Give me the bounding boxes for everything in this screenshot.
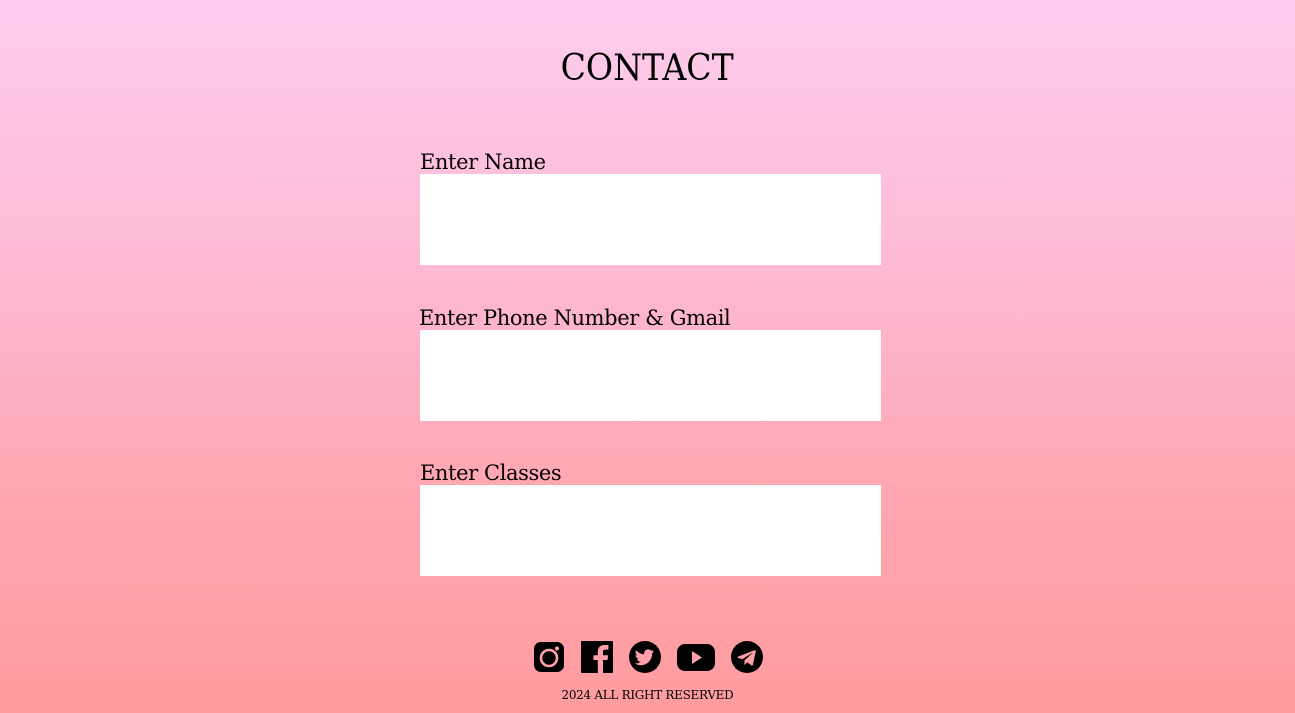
name-label: Enter Name (420, 150, 546, 174)
facebook-icon (580, 641, 613, 673)
youtube-icon (676, 644, 715, 671)
twitter-icon (628, 641, 661, 673)
classes-label: Enter Classes (420, 461, 562, 485)
copyright-text: 2024 ALL RIGHT RESERVED (561, 688, 734, 702)
name-field-group: Enter Name (420, 150, 881, 265)
social-links (0, 640, 1295, 674)
phone-gmail-input[interactable] (420, 330, 881, 421)
contact-field-group: Enter Phone Number & Gmail (419, 306, 881, 421)
classes-field-group: Enter Classes (420, 461, 881, 576)
phone-gmail-label: Enter Phone Number & Gmail (419, 306, 731, 330)
twitter-link[interactable] (628, 640, 662, 674)
name-input[interactable] (420, 174, 881, 265)
telegram-link[interactable] (730, 640, 764, 674)
youtube-link[interactable] (676, 640, 716, 674)
instagram-link[interactable] (532, 640, 566, 674)
telegram-icon (730, 641, 763, 673)
classes-input[interactable] (420, 485, 881, 576)
facebook-link[interactable] (580, 640, 614, 674)
instagram-icon (533, 642, 564, 672)
page-title: CONTACT (560, 48, 734, 89)
